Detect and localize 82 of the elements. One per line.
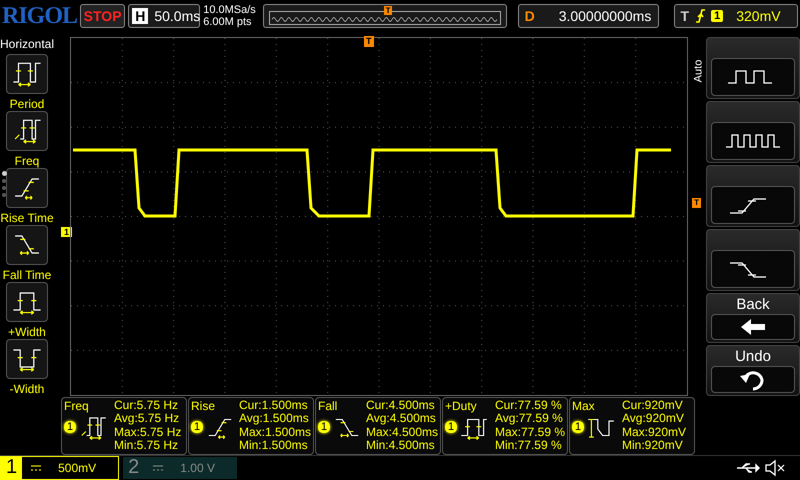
- average-value: Avg:920mV: [622, 412, 685, 426]
- minimum-value: Min:77.59 %: [494, 439, 563, 453]
- rising-edge-icon: [694, 8, 706, 24]
- current-value: Cur:5.75 Hz: [114, 398, 180, 412]
- measurement-name: Fall: [318, 398, 338, 413]
- page-dot[interactable]: [2, 186, 6, 190]
- measurement-name: +Duty: [445, 398, 478, 413]
- measure-button[interactable]: [6, 110, 48, 151]
- maximum-value: Max:77.59 %: [494, 426, 565, 440]
- page-dot[interactable]: [2, 192, 6, 197]
- current-value: Cur:1.500ms: [238, 398, 309, 412]
- minimum-value: Min:4.500ms: [366, 439, 436, 453]
- usb-icon: [736, 460, 760, 475]
- measure-label: +Width: [8, 324, 46, 339]
- dc-coupling-icon: [152, 464, 164, 472]
- trigger-source-badge: 1: [711, 10, 724, 22]
- average-value: Avg:4.500ms: [366, 412, 437, 426]
- sample-rate: 10.0MSa/s: [203, 4, 257, 16]
- minimum-value: Min:5.75 Hz: [114, 439, 180, 453]
- maximum-value: Max:4.500ms: [366, 426, 438, 440]
- timebase-value: 50.0ms: [154, 8, 200, 24]
- trigger-level-marker: T: [692, 198, 701, 208]
- softkey-button[interactable]: Back: [706, 292, 800, 344]
- softkey-button[interactable]: Undo: [706, 345, 800, 396]
- channel-scale: 500mV: [58, 460, 96, 475]
- measure-label: Freq: [14, 154, 40, 168]
- channel-panel[interactable]: 1 500mV: [0, 456, 120, 480]
- maximum-value: Max:1.500ms: [238, 426, 311, 440]
- delay-value: 3.00000000ms: [558, 8, 652, 24]
- channel-panel[interactable]: 2 1.00 V: [123, 456, 237, 479]
- left-arrow-icon: [739, 317, 767, 338]
- logo: RIGOL: [2, 2, 78, 30]
- muted-speaker-icon: [764, 458, 786, 477]
- channel-number: 2: [127, 456, 140, 480]
- average-value: Avg:77.59 %: [494, 412, 564, 426]
- average-value: Avg:5.75 Hz: [114, 412, 180, 426]
- trigger-position-marker: T: [384, 6, 392, 16]
- trigger-panel[interactable]: T 1 320mV: [674, 4, 798, 28]
- channel-badge: 1: [191, 421, 204, 434]
- trigger-marker: T: [364, 36, 374, 47]
- channel-badge: 1: [445, 421, 458, 434]
- current-value: Cur:77.59 %: [494, 398, 563, 412]
- current-value: Cur:4.500ms: [366, 398, 436, 412]
- measure-button[interactable]: [6, 54, 48, 94]
- timeline-wave-icon: [268, 11, 501, 26]
- channel-scale: 1.00 V: [180, 460, 215, 475]
- timebase-label: H: [132, 8, 148, 24]
- measure-button[interactable]: [6, 282, 48, 322]
- delay-label: D: [524, 8, 535, 24]
- measurement-name: Max: [572, 398, 596, 413]
- measure-button[interactable]: [6, 224, 48, 265]
- delay-panel[interactable]: D 3.00000000ms: [518, 4, 659, 28]
- trigger-label: T: [680, 8, 690, 24]
- dc-coupling-icon: [30, 464, 42, 472]
- channel-marker: 1: [61, 226, 72, 237]
- current-value: Cur:920mV: [622, 398, 684, 412]
- measure-button[interactable]: [6, 338, 48, 379]
- maximum-value: Max:920mV: [622, 426, 686, 440]
- menu-tab[interactable]: Auto: [692, 36, 704, 101]
- measure-label: Fall Time: [2, 268, 52, 282]
- minimum-value: Min:1.500ms: [238, 439, 309, 453]
- average-value: Avg:1.500ms: [238, 412, 310, 426]
- maximum-value: Max:5.75 Hz: [114, 426, 182, 440]
- page-dot[interactable]: [2, 178, 6, 183]
- channel-badge: 1: [64, 421, 76, 434]
- trigger-level: 320mV: [736, 8, 781, 24]
- channel-badge: 1: [572, 421, 584, 434]
- minimum-value: Min:920mV: [622, 439, 684, 453]
- memory-depth: 6.00M pts: [203, 16, 253, 28]
- measure-label: -Width: [10, 382, 44, 396]
- softkey-button[interactable]: [706, 100, 800, 163]
- measurement-name: Freq: [64, 398, 90, 413]
- channel-badge: 1: [318, 421, 330, 434]
- run-stop-button[interactable]: STOP: [80, 4, 126, 28]
- page-dot[interactable]: [2, 170, 7, 176]
- channel-number: 1: [1, 456, 22, 480]
- timebase-panel[interactable]: H 50.0ms: [128, 4, 200, 28]
- menu-title: Horizontal: [0, 36, 54, 51]
- measure-label: Period: [10, 96, 44, 111]
- measurement-name: Rise: [191, 398, 216, 413]
- measure-label: Rise Time: [0, 210, 54, 225]
- measure-button[interactable]: [6, 168, 48, 208]
